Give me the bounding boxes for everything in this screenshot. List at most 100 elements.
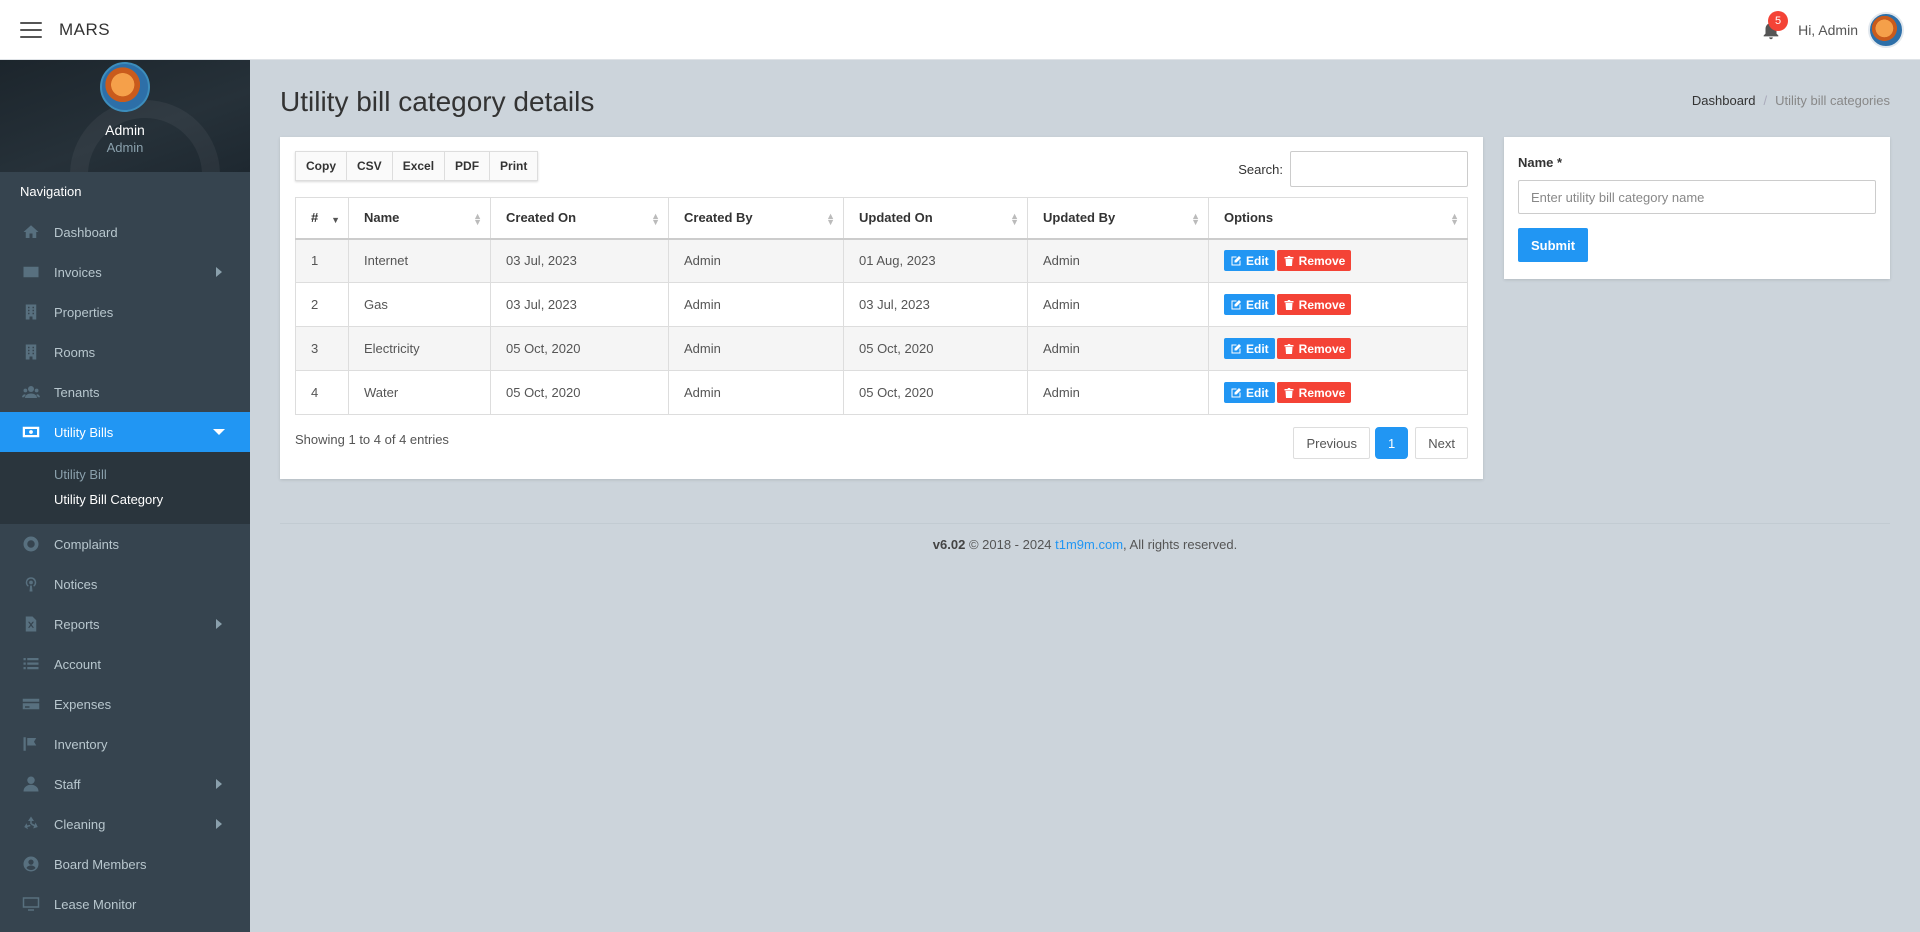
footer-version: v6.02: [932, 537, 966, 552]
cell-number: 1: [295, 238, 349, 283]
sidebar-item-complaints[interactable]: Complaints: [0, 524, 250, 564]
remove-button[interactable]: Remove: [1276, 294, 1352, 315]
sidebar: Admin Admin Navigation Dashboard Invoice…: [0, 60, 250, 932]
credit-card-icon: [20, 695, 42, 713]
sort-desc-icon: ▼: [331, 215, 340, 225]
building-icon: [20, 343, 42, 361]
hamburger-menu-icon[interactable]: [20, 21, 42, 38]
column-header-updated-by[interactable]: Updated By ▲ ▼: [1027, 197, 1209, 240]
cell-name: Electricity: [348, 326, 491, 371]
sidebar-item-lease-monitor[interactable]: Lease Monitor: [0, 884, 250, 924]
sidebar-item-expenses[interactable]: Expenses: [0, 684, 250, 724]
sidebar-item-label: Notices: [54, 576, 98, 592]
breadcrumb-separator: /: [1763, 93, 1768, 108]
previous-page-button[interactable]: Previous: [1293, 427, 1371, 459]
print-button[interactable]: Print: [490, 152, 538, 180]
users-icon: [20, 383, 42, 401]
chevron-right-icon: [216, 779, 222, 789]
edit-icon: [1231, 387, 1241, 397]
column-header-updated-on[interactable]: Updated On ▲ ▼: [843, 197, 1028, 240]
user-greeting[interactable]: Hi, Admin: [1798, 22, 1858, 38]
remove-button[interactable]: Remove: [1276, 338, 1352, 359]
submit-button[interactable]: Submit: [1518, 228, 1589, 262]
support-icon: [20, 535, 42, 553]
next-page-button[interactable]: Next: [1415, 427, 1468, 459]
cell-number: 4: [295, 370, 349, 415]
user-icon: [20, 775, 42, 793]
submenu-item-utility-bill-category[interactable]: Utility Bill Category: [0, 487, 250, 512]
user-avatar[interactable]: [1868, 12, 1904, 48]
edit-button[interactable]: Edit: [1224, 294, 1275, 315]
sort-icon: ▲ ▼: [1010, 211, 1019, 227]
footer-link[interactable]: t1m9m.com: [1055, 537, 1123, 552]
cell-updated-on: 05 Oct, 2020: [843, 326, 1028, 371]
money-icon: [20, 423, 42, 441]
page-title: Utility bill category details: [280, 86, 595, 117]
export-buttons: Copy CSV Excel PDF Print: [295, 151, 539, 181]
column-header-label: Updated On: [859, 210, 933, 226]
sort-icon: ▲ ▼: [651, 211, 660, 227]
sidebar-item-account[interactable]: Account: [0, 644, 250, 684]
table-row: 3 Electricity 05 Oct, 2020 Admin 05 Oct,…: [295, 326, 1468, 371]
sidebar-item-rooms[interactable]: Rooms: [0, 332, 250, 372]
column-header-created-on[interactable]: Created On ▲ ▼: [490, 197, 669, 240]
table-card: Copy CSV Excel PDF Print Search: # ▼ Name…: [280, 137, 1483, 479]
edit-label: Edit: [1246, 385, 1269, 400]
cell-updated-by: Admin: [1027, 238, 1209, 283]
copy-button[interactable]: Copy: [296, 152, 347, 180]
sidebar-item-properties[interactable]: Properties: [0, 292, 250, 332]
column-header-number[interactable]: # ▼: [295, 197, 349, 240]
edit-icon: [1231, 299, 1241, 309]
submenu-item-utility-bill[interactable]: Utility Bill: [0, 462, 250, 487]
sidebar-item-tenants[interactable]: Tenants: [0, 372, 250, 412]
search-input[interactable]: [1290, 151, 1468, 187]
recycle-icon: [20, 815, 42, 833]
chevron-right-icon: [216, 619, 222, 629]
sidebar-item-invoices[interactable]: Invoices: [0, 252, 250, 292]
column-header-created-by[interactable]: Created By ▲ ▼: [668, 197, 844, 240]
sidebar-item-label: Dashboard: [54, 224, 118, 240]
remove-button[interactable]: Remove: [1276, 382, 1352, 403]
column-header-name[interactable]: Name ▲ ▼: [348, 197, 491, 240]
excel-button[interactable]: Excel: [392, 152, 446, 180]
sidebar-item-label: Rooms: [54, 344, 96, 360]
brand-name[interactable]: MARS: [59, 20, 110, 40]
edit-button[interactable]: Edit: [1224, 382, 1275, 403]
cell-updated-by: Admin: [1027, 282, 1209, 327]
pagination: Previous 1 Next: [1291, 427, 1468, 459]
sidebar-item-utility-bills[interactable]: Utility Bills: [0, 412, 250, 452]
profile-avatar: [100, 62, 150, 112]
cell-name: Gas: [348, 282, 491, 327]
chevron-right-icon: [216, 267, 222, 277]
notifications-button[interactable]: 5: [1756, 11, 1789, 45]
top-right-area: 5 Hi, Admin: [1756, 0, 1904, 60]
cell-created-by: Admin: [668, 282, 844, 327]
sort-icon: ▲ ▼: [473, 211, 482, 227]
pdf-button[interactable]: PDF: [445, 152, 491, 180]
sidebar-item-label: Reports: [54, 616, 100, 632]
sidebar-item-reports[interactable]: Reports: [0, 604, 250, 644]
sidebar-item-label: Account: [54, 656, 101, 672]
csv-button[interactable]: CSV: [347, 152, 393, 180]
sidebar-item-label: Complaints: [54, 536, 120, 552]
cell-name: Internet: [348, 238, 491, 283]
sidebar-item-board-members[interactable]: Board Members: [0, 844, 250, 884]
edit-button[interactable]: Edit: [1224, 338, 1275, 359]
sidebar-item-inventory[interactable]: Inventory: [0, 724, 250, 764]
sidebar-item-notices[interactable]: Notices: [0, 564, 250, 604]
sidebar-item-staff[interactable]: Staff: [0, 764, 250, 804]
page-button-current[interactable]: 1: [1375, 427, 1409, 459]
column-header-label: Options: [1224, 210, 1274, 226]
remove-label: Remove: [1298, 253, 1346, 268]
sidebar-item-cleaning[interactable]: Cleaning: [0, 804, 250, 844]
column-header-options[interactable]: Options ▲ ▼: [1208, 197, 1468, 240]
remove-button[interactable]: Remove: [1276, 250, 1352, 272]
sort-icon: ▲ ▼: [826, 211, 835, 227]
edit-label: Edit: [1246, 297, 1269, 312]
breadcrumb-dashboard[interactable]: Dashboard: [1692, 93, 1756, 108]
footer-rights: , All rights reserved.: [1123, 537, 1238, 552]
edit-button[interactable]: Edit: [1224, 250, 1275, 272]
sidebar-item-dashboard[interactable]: Dashboard: [0, 212, 250, 252]
category-name-input[interactable]: [1518, 180, 1876, 214]
cell-created-by: Admin: [668, 238, 844, 283]
